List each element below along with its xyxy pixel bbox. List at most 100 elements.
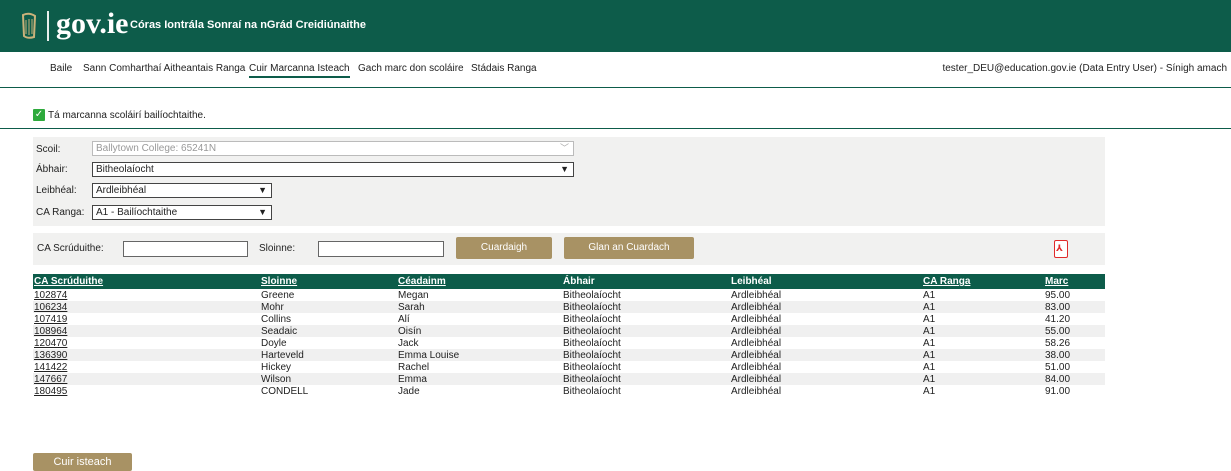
subject-cell: Bitheolaíocht [563,337,621,349]
exam-number-link[interactable]: 141422 [33,361,260,373]
first-name-cell: Oisín [398,325,422,337]
exam-number-link[interactable]: 107419 [34,314,67,325]
col-surname[interactable]: Sloinne [260,274,397,289]
class-cell: A1 [923,373,936,385]
level-cell: Ardleibhéal [731,361,782,373]
surname-cell: Wilson [261,373,292,385]
mark-cell: 84.00 [1045,373,1071,385]
class-cell: A1 [923,385,936,397]
nav-assign-class-ids[interactable]: Sann Comharthaí Aitheantais Ranga [83,63,245,74]
exam-number-link[interactable]: 136390 [33,349,260,361]
surname-cell: Seadaic [261,325,298,337]
table-row: 107419 Collins Alí Bitheolaíocht Ardleibhéal… [33,313,1105,325]
class-row: CA Ranga: [36,204,84,220]
table-header-row: CA Scrúduithe Sloinne Céadainm Ábhair Le… [33,274,1105,289]
subject-cell: Bitheolaíocht [563,325,621,337]
exam-number-link[interactable]: 106234 [34,302,67,313]
exam-number-link[interactable]: 106234 [33,301,260,313]
clear-search-button[interactable]: Glan an Cuardach [564,237,694,259]
submit-button[interactable]: Cuir isteach [33,453,132,471]
table-row: 108964 Seadaic Oisín Bitheolaíocht Ardleibhé… [33,325,1105,337]
subject-row: Ábhair: [36,161,68,177]
surname-cell: Hickey [261,361,292,373]
class-select[interactable]: A1 - Bailíochtaithe ▼ [92,205,272,220]
level-cell: Ardleibhéal [731,337,782,349]
subject-cell: Bitheolaíocht [563,349,621,361]
exam-number-link[interactable]: 147667 [33,373,260,385]
nav-all-student-marks[interactable]: Gach marc don scoláire [358,63,464,74]
first-name-cell: Megan [398,289,429,301]
surname-cell: CONDELL [261,385,309,397]
level-label: Leibhéal: [36,184,77,196]
main-nav: Baile Sann Comharthaí Aitheantais Ranga … [0,52,1231,88]
col-subject: Ábhair [563,276,595,287]
exam-number-input[interactable] [123,241,248,257]
exam-number-link[interactable]: 108964 [34,326,67,337]
surname-cell: Doyle [261,337,287,349]
chevron-down-icon: ▼ [258,185,267,195]
pdf-export-icon[interactable]: ⅄ [1054,240,1068,258]
surname-cell: Mohr [261,301,284,313]
chevron-down-icon: ▼ [258,207,267,217]
surname-input[interactable] [318,241,444,257]
mark-cell: 83.00 [1045,301,1071,313]
school-label: Scoil: [36,143,61,155]
school-select-value: Ballytown College: 65241N [96,143,217,154]
exam-number-link[interactable]: 120470 [33,337,260,349]
subject-label: Ábhair: [36,163,68,175]
filter-panel: Scoil: Ballytown College: 65241N ﹀ Ábhai… [33,137,1105,226]
nav-home[interactable]: Baile [50,63,72,74]
exam-number-link[interactable]: 136390 [34,350,67,361]
class-cell: A1 [923,289,936,301]
col-mark[interactable]: Marc [1044,274,1105,289]
exam-number-link[interactable]: 120470 [34,338,67,349]
exam-number-link[interactable]: 102874 [33,289,260,301]
level-select[interactable]: Ardleibhéal ▼ [92,183,272,198]
mark-cell: 41.20 [1045,313,1071,325]
search-panel: CA Scrúduithe: Sloinne: Cuardaigh Glan a… [33,233,1105,265]
subject-cell: Bitheolaíocht [563,289,621,301]
first-name-cell: Alí [398,313,410,325]
table-row: 106234 Mohr Sarah Bitheolaíocht Ardleibhéal A… [33,301,1105,313]
first-name-cell: Rachel [398,361,430,373]
first-name-cell: Jack [398,337,419,349]
mark-cell: 58.26 [1045,337,1071,349]
table-row: 120470 Doyle Jack Bitheolaíocht Ardleibhéal A… [33,337,1105,349]
col-exam-number[interactable]: CA Scrúduithe [33,274,260,289]
exam-number-link[interactable]: 107419 [33,313,260,325]
exam-number-link[interactable]: 180495 [33,385,260,397]
class-cell: A1 [923,337,936,349]
class-cell: A1 [923,301,936,313]
checkmark-icon: ✓ [33,109,45,121]
nav-enter-marks[interactable]: Cuir Marcanna Isteach [249,63,350,78]
user-signout-link[interactable]: tester_DEU@education.gov.ie (Data Entry … [942,63,1227,74]
surname-cell: Greene [261,289,295,301]
table-row: 102874 Greene Megan Bitheolaíocht Ardleibhéa… [33,289,1105,301]
exam-number-link[interactable]: 147667 [34,374,67,385]
mark-cell: 91.00 [1045,385,1071,397]
col-level: Leibhéal [731,276,772,287]
exam-number-link[interactable]: 102874 [34,290,67,301]
mark-cell: 38.00 [1045,349,1071,361]
level-cell: Ardleibhéal [731,385,782,397]
exam-number-link[interactable]: 141422 [34,362,67,373]
level-select-value: Ardleibhéal [96,185,147,196]
exam-number-link[interactable]: 180495 [34,386,67,397]
surname-cell: Harteveld [261,349,304,361]
harp-logo-icon [21,12,37,39]
site-header: gov.ie Córas Iontrála Sonraí na nGrád Cr… [0,0,1231,52]
school-select: Ballytown College: 65241N ﹀ [92,141,574,156]
level-row: Leibhéal: [36,182,77,198]
class-label: CA Ranga: [36,206,85,218]
col-first-name[interactable]: Céadainm [397,274,562,289]
subject-select[interactable]: Bitheolaíocht ▼ [92,162,574,177]
exam-number-link[interactable]: 108964 [33,325,260,337]
exam-number-label: CA Scrúduithe: [37,243,104,254]
nav-class-status[interactable]: Stádais Ranga [471,63,537,74]
first-name-cell: Emma [398,373,427,385]
gov-ie-logo[interactable]: gov.ie [56,6,129,42]
first-name-cell: Jade [398,385,420,397]
search-button[interactable]: Cuardaigh [456,237,552,259]
table-row: 141422 Hickey Rachel Bitheolaíocht Ardleibhé… [33,361,1105,373]
col-class[interactable]: CA Ranga [922,274,1044,289]
